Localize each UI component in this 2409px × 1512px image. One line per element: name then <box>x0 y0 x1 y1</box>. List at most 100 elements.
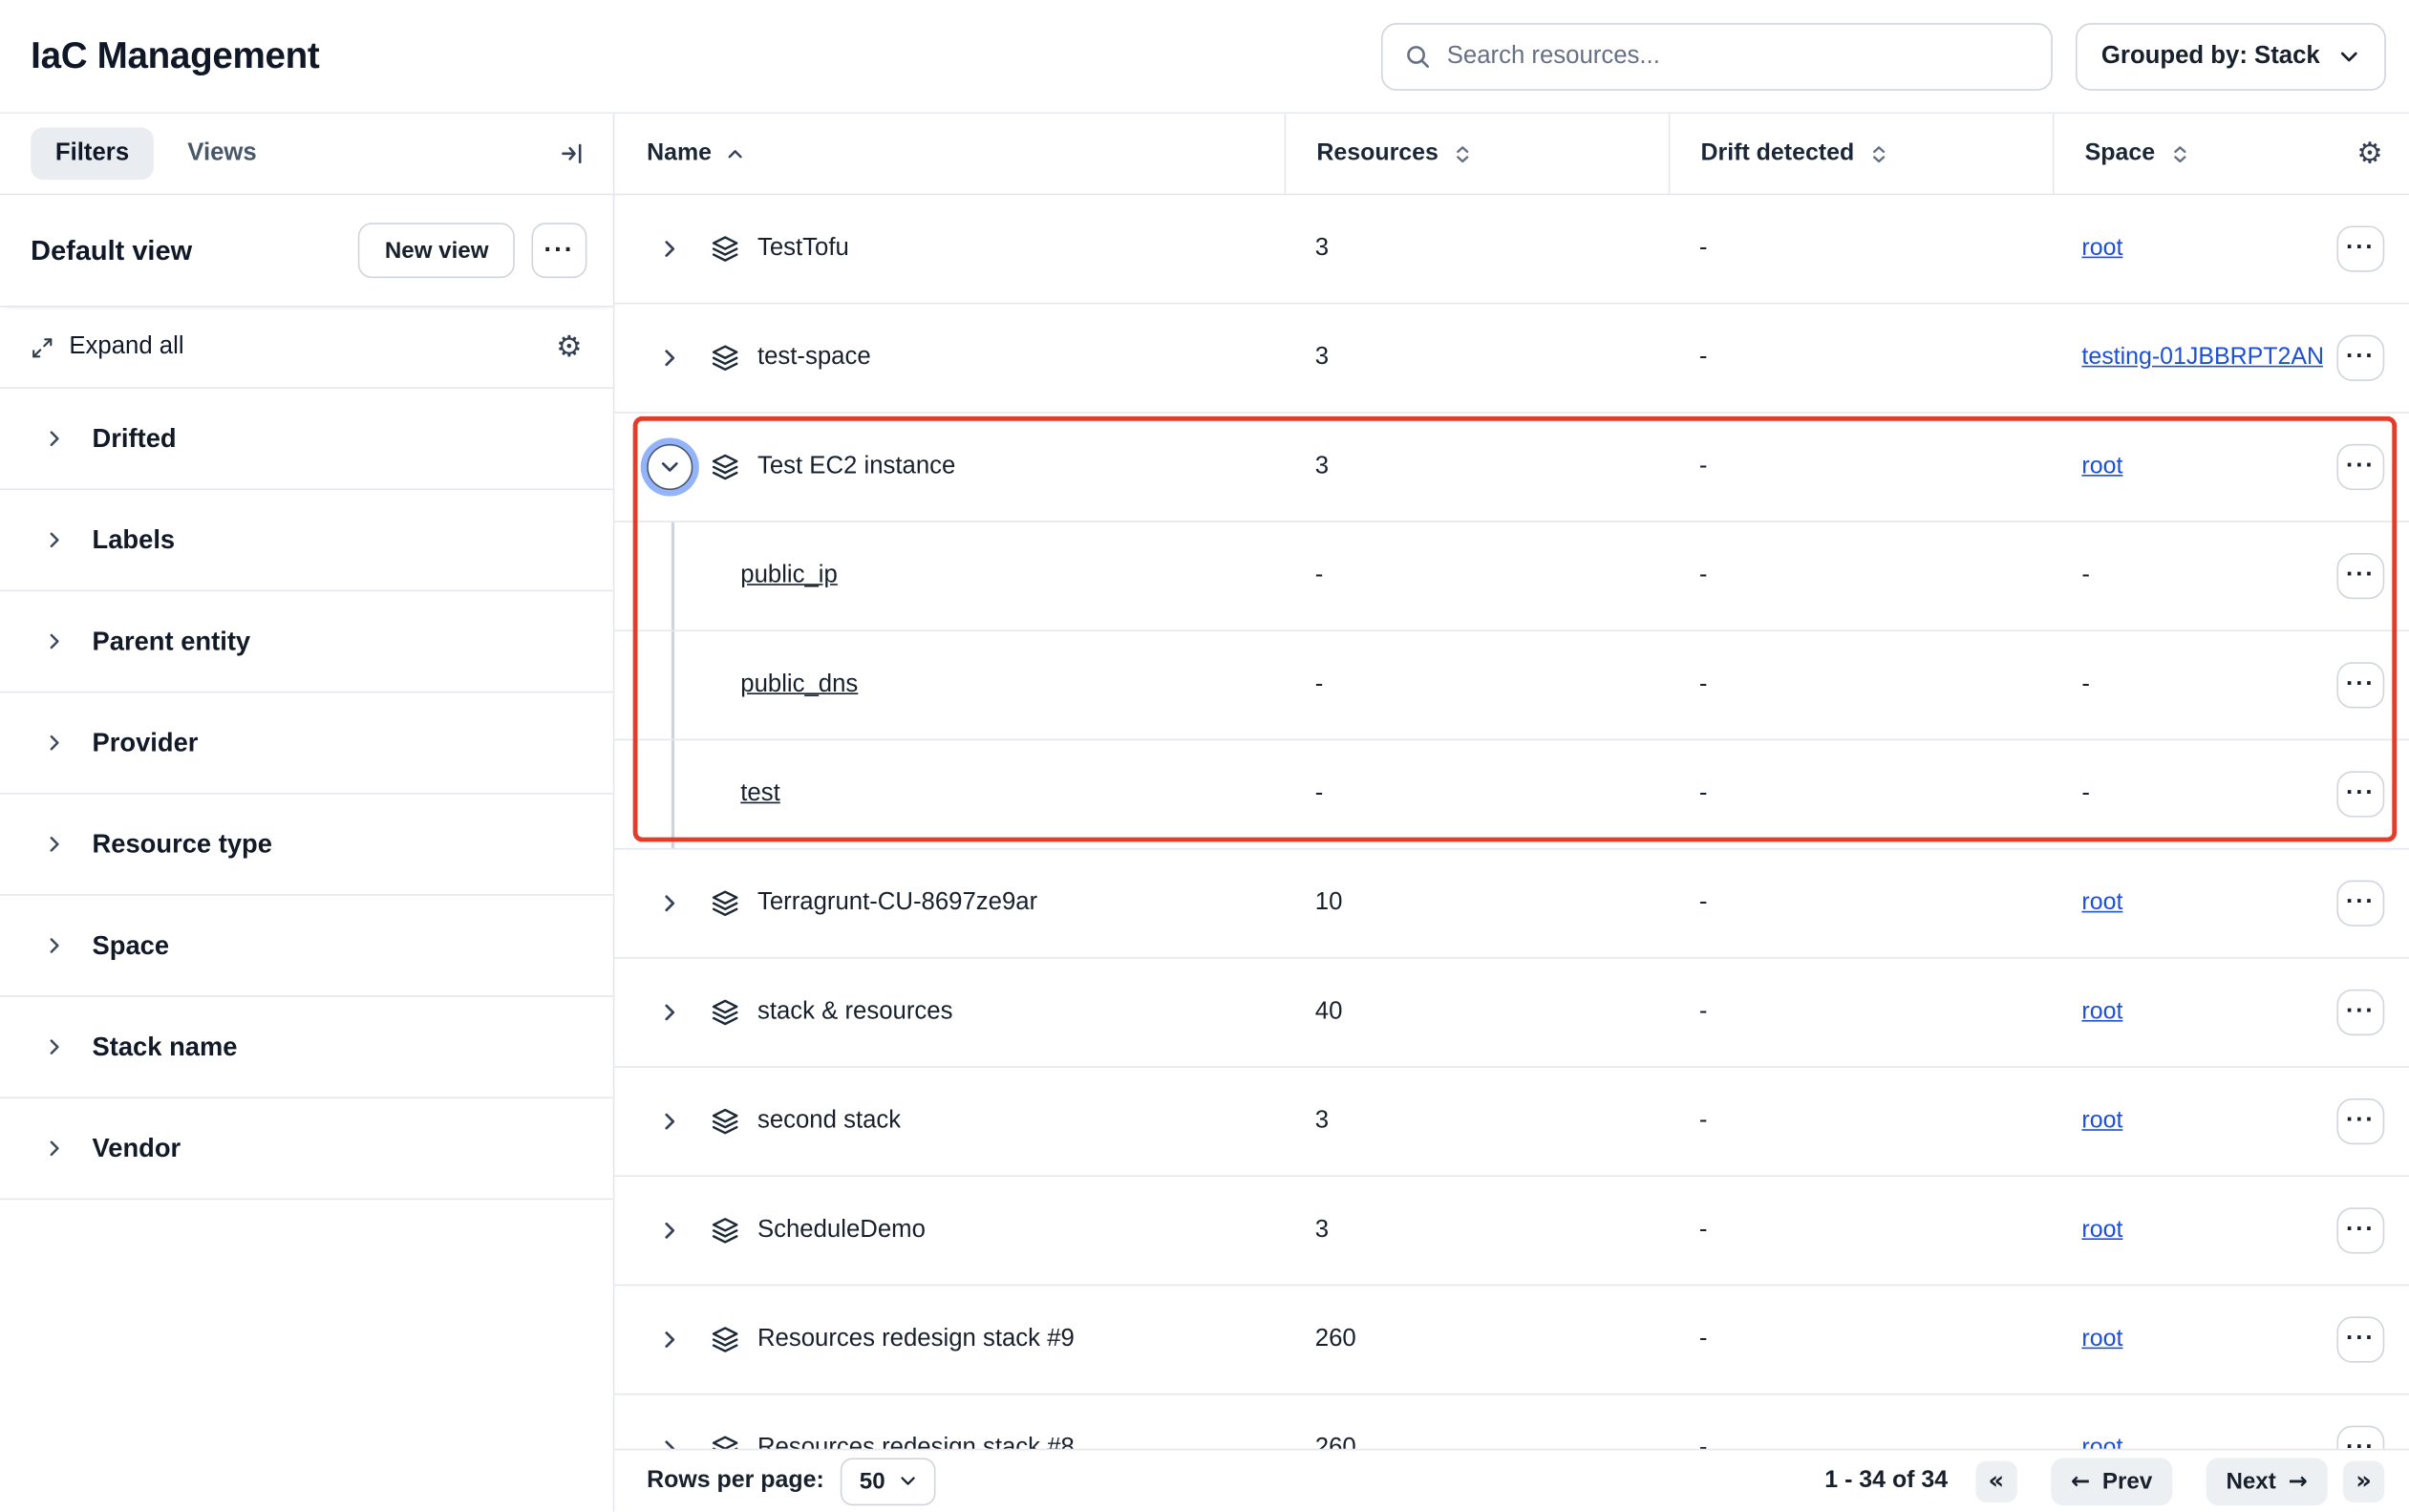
space-link[interactable]: root <box>2081 889 2122 915</box>
space-link[interactable]: root <box>2081 1217 2122 1243</box>
ellipsis-icon: ··· <box>2346 1328 2376 1352</box>
row-resources: - <box>1285 780 1669 808</box>
sidebar-item-parent-entity[interactable]: Parent entity <box>0 591 613 692</box>
row-expand-button[interactable] <box>647 1316 693 1362</box>
space-link[interactable]: testing-01JBBRPT2AN <box>2081 344 2323 370</box>
row-menu-button[interactable]: ··· <box>2336 990 2384 1035</box>
row-drift: - <box>1669 563 2053 590</box>
row-expand-button[interactable] <box>647 1098 693 1144</box>
tab-filters[interactable]: Filters <box>31 127 154 180</box>
row-menu-button[interactable]: ··· <box>2336 662 2384 708</box>
space-link[interactable]: root <box>2081 998 2122 1024</box>
expand-all-button[interactable]: Expand all <box>69 333 183 361</box>
ellipsis-icon: ··· <box>2346 346 2376 371</box>
row-space-cell: root <box>2053 235 2323 263</box>
grouped-by-select[interactable]: Grouped by: Stack <box>2076 22 2386 90</box>
resource-link[interactable]: test <box>740 780 779 808</box>
chevron-right-icon <box>45 1037 65 1057</box>
row-menu-button[interactable]: ··· <box>2336 1426 2384 1449</box>
last-page-button[interactable]: » <box>2343 1460 2384 1501</box>
row-actions-cell: ··· <box>2323 662 2409 708</box>
column-header-name[interactable]: Name <box>614 114 1284 194</box>
search-input-wrapper[interactable] <box>1381 22 2053 90</box>
sidebar-item-drifted[interactable]: Drifted <box>0 389 613 490</box>
row-resources: 3 <box>1285 1108 1669 1136</box>
space-link[interactable]: root <box>2081 1108 2122 1134</box>
sidebar-tabs: Filters Views <box>0 114 613 195</box>
view-menu-button[interactable]: ··· <box>532 223 587 278</box>
row-expand-button[interactable] <box>647 1207 693 1253</box>
table-row: Test EC2 instance 3 - root ··· <box>614 414 2409 522</box>
table-settings-button[interactable]: ⚙ <box>2356 139 2382 169</box>
row-menu-button[interactable]: ··· <box>2336 771 2384 817</box>
row-menu-button[interactable]: ··· <box>2336 553 2384 599</box>
filter-label: Parent entity <box>93 626 251 656</box>
table-row: Terragrunt-CU-8697ze9ar 10 - root ··· <box>614 849 2409 958</box>
tab-views[interactable]: Views <box>187 139 257 167</box>
rows-per-page-value: 50 <box>860 1468 885 1494</box>
resource-name-cell: test <box>614 780 1284 808</box>
ellipsis-icon: ··· <box>544 235 574 266</box>
ellipsis-icon: ··· <box>2346 672 2376 697</box>
new-view-button[interactable]: New view <box>359 223 515 278</box>
row-space-cell: root <box>2053 1108 2323 1136</box>
first-page-button[interactable]: « <box>1975 1460 2016 1501</box>
sidebar-item-labels[interactable]: Labels <box>0 490 613 591</box>
chevron-right-icon <box>45 1139 65 1159</box>
next-page-button[interactable]: Next → <box>2206 1458 2328 1505</box>
search-input[interactable] <box>1447 42 2030 70</box>
row-name-cell: ScheduleDemo <box>614 1207 1284 1253</box>
row-menu-button[interactable]: ··· <box>2336 1316 2384 1362</box>
space-link[interactable]: root <box>2081 453 2122 479</box>
rows-per-page-select[interactable]: 50 <box>841 1458 935 1505</box>
sidebar-item-resource-type[interactable]: Resource type <box>0 795 613 896</box>
collapse-sidebar-button[interactable] <box>558 139 586 167</box>
row-menu-button[interactable]: ··· <box>2336 1098 2384 1144</box>
row-menu-button[interactable]: ··· <box>2336 1207 2384 1253</box>
space-link[interactable]: root <box>2081 235 2122 261</box>
row-resources: 260 <box>1285 1326 1669 1353</box>
row-menu-button[interactable]: ··· <box>2336 335 2384 381</box>
sidebar-item-provider[interactable]: Provider <box>0 692 613 794</box>
row-drift: - <box>1669 344 2053 372</box>
row-expand-button[interactable] <box>647 990 693 1035</box>
space-link[interactable]: root <box>2081 1435 2122 1448</box>
filters-sidebar: Filters Views Default view New view ··· … <box>0 114 614 1512</box>
column-header-space[interactable]: Space <box>2053 114 2323 194</box>
row-menu-button[interactable]: ··· <box>2336 225 2384 271</box>
row-expand-button[interactable] <box>647 444 693 490</box>
resource-link[interactable]: public_dns <box>740 671 858 699</box>
sidebar-item-stack-name[interactable]: Stack name <box>0 997 613 1098</box>
column-header-drift-detected[interactable]: Drift detected <box>1669 114 2053 194</box>
row-space-cell: root <box>2053 453 2323 480</box>
sidebar-item-space[interactable]: Space <box>0 896 613 997</box>
ellipsis-icon: ··· <box>2346 455 2376 479</box>
row-expand-button[interactable] <box>647 225 693 271</box>
row-expand-button[interactable] <box>647 881 693 926</box>
row-resources: 260 <box>1285 1435 1669 1448</box>
filters-settings-button[interactable]: ⚙ <box>556 332 582 362</box>
double-chevron-left-icon: « <box>1988 1469 2004 1494</box>
tree-guide-line <box>672 522 673 630</box>
row-expand-button[interactable] <box>647 335 693 381</box>
row-menu-button[interactable]: ··· <box>2336 881 2384 926</box>
prev-page-button[interactable]: ← Prev <box>2051 1458 2172 1505</box>
chevron-right-icon <box>659 1111 681 1133</box>
sidebar-item-vendor[interactable]: Vendor <box>0 1098 613 1200</box>
column-header-resources[interactable]: Resources <box>1285 114 1669 194</box>
column-label: Drift detected <box>1701 139 1855 167</box>
stack-name: Resources redesign stack #9 <box>757 1326 1075 1353</box>
resource-link[interactable]: public_ip <box>740 563 838 590</box>
row-menu-button[interactable]: ··· <box>2336 444 2384 490</box>
row-expand-button[interactable] <box>647 1426 693 1449</box>
stack-icon <box>712 1108 739 1136</box>
space-link[interactable]: root <box>2081 1326 2122 1352</box>
stack-name: ScheduleDemo <box>757 1217 926 1245</box>
stack-icon <box>712 1435 739 1448</box>
column-label: Name <box>647 139 712 167</box>
filter-label: Vendor <box>93 1133 181 1163</box>
prev-label: Prev <box>2102 1468 2152 1494</box>
stack-icon <box>712 1326 739 1353</box>
grouped-by-label: Grouped by: Stack <box>2101 42 2320 70</box>
row-resources: 3 <box>1285 1217 1669 1245</box>
